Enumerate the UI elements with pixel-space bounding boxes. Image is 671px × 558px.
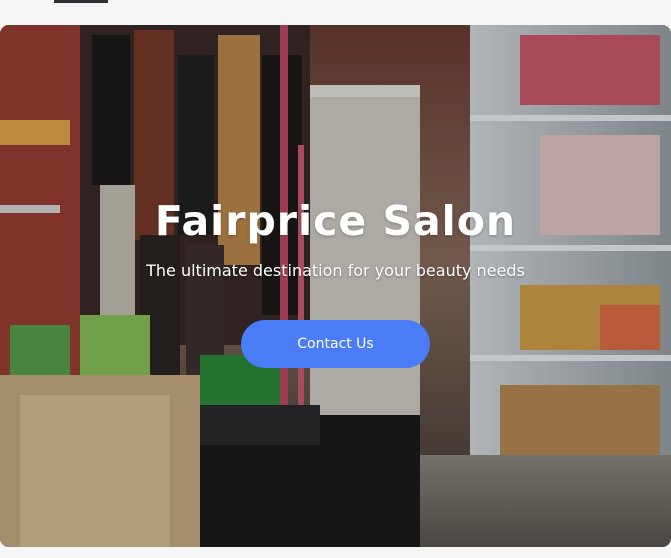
hero-banner: Fairprice Salon The ultimate destination… bbox=[0, 25, 671, 547]
top-nav-bar bbox=[0, 0, 671, 25]
hero-overlay bbox=[0, 25, 671, 547]
page: Fairprice Salon The ultimate destination… bbox=[0, 0, 671, 558]
page-footer-strip bbox=[0, 547, 671, 558]
contact-us-button[interactable]: Contact Us bbox=[241, 320, 430, 368]
hero-subtitle: The ultimate destination for your beauty… bbox=[146, 261, 525, 280]
hero-title: Fairprice Salon bbox=[154, 197, 517, 245]
logo[interactable] bbox=[54, 0, 108, 3]
